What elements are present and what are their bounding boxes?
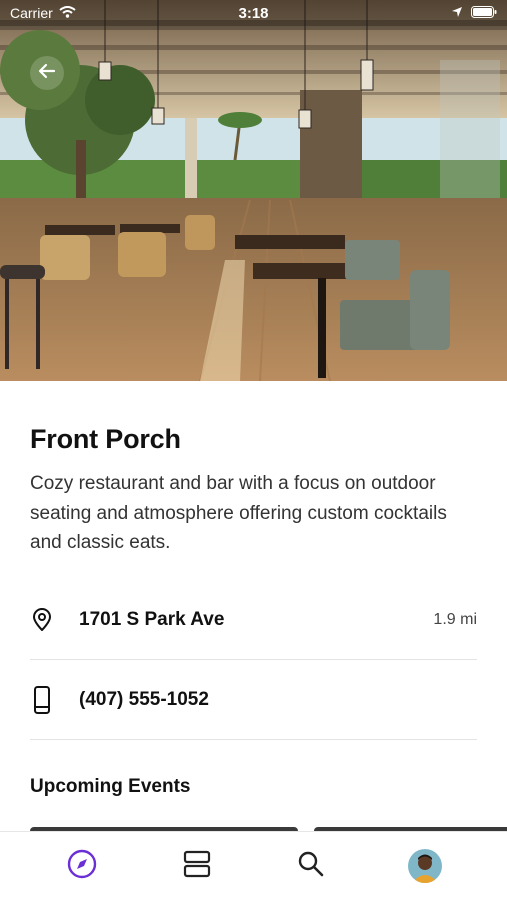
status-bar: Carrier 3:18 [0,0,507,28]
search-icon [297,850,325,883]
tab-list[interactable] [177,846,217,886]
compass-icon [67,849,97,884]
battery-icon [471,5,497,21]
address-row[interactable]: 1701 S Park Ave 1.9 mi [30,580,477,660]
phone-label: (407) 555-1052 [79,689,209,710]
tab-profile[interactable] [405,846,445,886]
phone-row[interactable]: (407) 555-1052 [30,660,477,740]
back-button[interactable] [30,56,64,90]
divider [30,739,477,740]
hero-image [0,0,507,381]
location-arrow-icon [451,5,463,21]
venue-title: Front Porch [30,424,181,454]
tab-explore[interactable] [62,846,102,886]
address-label: 1701 S Park Ave [79,609,225,630]
status-right [451,5,497,21]
tab-search[interactable] [291,846,331,886]
phone-icon [30,686,60,714]
status-time: 3:18 [238,5,269,22]
tab-bar [0,831,507,900]
avatar [408,849,442,883]
upcoming-events-heading: Upcoming Events [30,776,191,797]
arrow-left-icon [38,62,56,85]
map-pin-icon [30,608,60,632]
list-icon [183,850,211,883]
distance-label: 1.9 mi [433,611,477,628]
venue-description: Cozy restaurant and bar with a focus on … [30,473,447,553]
